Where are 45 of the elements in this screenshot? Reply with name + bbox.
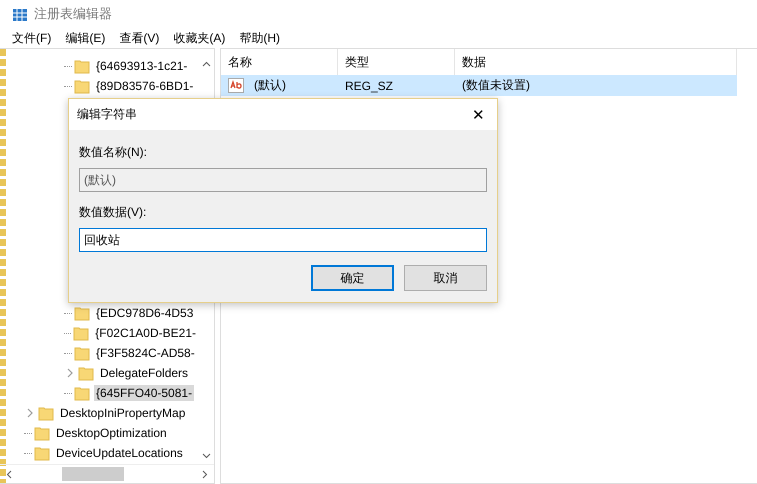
folder-icon <box>78 365 94 381</box>
field-label: 数值数据(V): <box>79 204 148 220</box>
tree-item[interactable]: {89D83576-6BD1- <box>94 78 196 94</box>
folder-icon <box>74 58 90 74</box>
folder-icon <box>73 325 90 341</box>
value-name: (默认) <box>253 77 286 94</box>
tree-item[interactable]: {F02C1A0D-BE21- <box>93 325 198 341</box>
tree-item[interactable]: DeviceUpdateLocations <box>54 445 185 461</box>
tree-item[interactable]: {F3F5824C-AD58- <box>94 345 197 361</box>
menu-item[interactable]: 编辑(E) <box>63 30 108 46</box>
tree-item[interactable]: DesktopIniPropertyMap <box>58 405 188 421</box>
menu-item[interactable]: 帮助(H) <box>237 30 282 46</box>
folder-icon <box>34 425 50 441</box>
dialog-title: 编辑字符串 <box>77 106 137 123</box>
field-label: 数值名称(N): <box>79 144 148 160</box>
dialog-button[interactable]: 确定 <box>311 265 394 291</box>
folder-icon <box>74 78 90 94</box>
folder-icon <box>34 445 50 461</box>
menu-item[interactable]: 收藏夹(A) <box>171 30 228 46</box>
folder-icon <box>38 405 54 421</box>
dialog-button[interactable]: 取消 <box>404 265 487 291</box>
scroll-left-icon[interactable] <box>6 470 12 478</box>
tree-item[interactable]: DesktopOptimization <box>54 425 169 441</box>
scroll-up-icon[interactable] <box>202 61 210 67</box>
folder-icon <box>74 305 90 321</box>
menu-item[interactable]: 文件(F) <box>10 30 54 46</box>
close-button[interactable]: ✕ <box>468 106 489 124</box>
value-data-field[interactable]: 回收站 <box>79 228 487 252</box>
folder-icon <box>74 385 90 401</box>
folder-icon <box>74 345 90 361</box>
tree-item[interactable]: {64693913-1c21- <box>94 58 190 74</box>
scroll-right-icon[interactable] <box>202 470 208 478</box>
scroll-down-icon[interactable] <box>202 453 210 459</box>
tree-item[interactable]: DelegateFolders <box>98 365 190 381</box>
value-row[interactable]: (默认) REG_SZ (数值未设置) <box>221 75 737 96</box>
string-value-icon <box>228 78 244 93</box>
name-field[interactable]: (默认) <box>79 168 487 192</box>
value-data: (数值未设置) <box>461 77 531 94</box>
scrollbar-thumb[interactable] <box>62 467 124 481</box>
registry-icon <box>12 6 28 22</box>
tree-item[interactable]: {EDC978D6-4D53 <box>94 305 196 321</box>
window-title: 注册表编辑器 <box>34 5 112 23</box>
value-type: REG_SZ <box>344 78 394 92</box>
tree-item[interactable]: {645FFO40-5081- <box>94 385 194 401</box>
menu-item[interactable]: 查看(V) <box>117 30 162 46</box>
